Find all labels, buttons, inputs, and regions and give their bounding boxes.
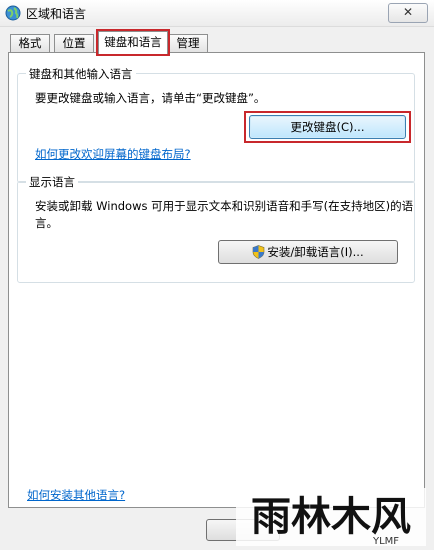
welcome-screen-keyboard-link[interactable]: 如何更改欢迎屏幕的键盘布局? <box>35 146 191 162</box>
install-uninstall-languages-button[interactable]: 安装/卸载语言(I)... <box>218 240 398 264</box>
tab-label: 格式 <box>18 36 42 50</box>
close-button[interactable]: ✕ <box>388 3 428 23</box>
keyboard-group-title: 键盘和其他输入语言 <box>26 66 136 82</box>
button-label: 安装/卸载语言(I)... <box>267 245 364 259</box>
display-description-line2: 言。 <box>35 216 58 230</box>
display-group-title: 显示语言 <box>26 174 78 190</box>
svg-text:雨林木风: 雨林木风 <box>251 493 411 540</box>
tab-label: 位置 <box>62 36 86 50</box>
tab-administrative[interactable]: 管理 <box>168 34 208 52</box>
display-language-group: 显示语言 安装或卸载 Windows 可用于显示文本和识别语音和手写(在支持地区… <box>17 174 415 283</box>
keyboard-description: 要更改键盘或输入语言，请单击“更改键盘”。 <box>35 91 266 105</box>
globe-icon <box>5 5 21 21</box>
close-icon: ✕ <box>402 5 414 19</box>
svg-text:YLMF: YLMF <box>372 536 399 546</box>
tab-label: 管理 <box>176 36 200 50</box>
tab-label: 键盘和语言 <box>104 35 162 49</box>
tab-keyboards-and-languages[interactable]: 键盘和语言 <box>96 29 170 56</box>
uac-shield-icon <box>253 245 265 259</box>
tab-format[interactable]: 格式 <box>10 34 50 52</box>
ylmf-logo: 雨林木风 YLMF <box>236 488 426 547</box>
tab-location[interactable]: 位置 <box>54 34 94 52</box>
window-title: 区域和语言 <box>26 7 87 21</box>
tab-panel: 键盘和其他输入语言 要更改键盘或输入语言，请单击“更改键盘”。 更改键盘(C).… <box>8 52 425 508</box>
display-description-line1: 安装或卸载 Windows 可用于显示文本和识别语音和手写(在支持地区)的语 <box>35 199 414 213</box>
button-label: 更改键盘(C)... <box>290 120 365 134</box>
title-bar: 区域和语言 ✕ <box>0 0 434 27</box>
install-other-languages-link[interactable]: 如何安装其他语言? <box>27 487 125 503</box>
change-keyboard-button[interactable]: 更改键盘(C)... <box>249 115 406 139</box>
watermark-logo: 雨林木风 YLMF <box>236 488 426 547</box>
